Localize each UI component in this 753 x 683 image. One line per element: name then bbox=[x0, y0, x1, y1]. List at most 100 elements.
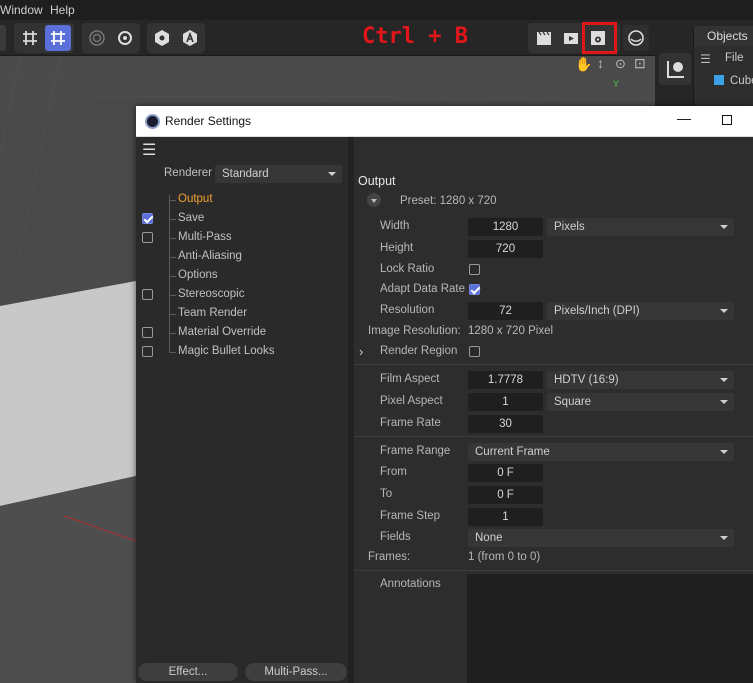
nav-item-save[interactable]: Save bbox=[178, 212, 204, 224]
grid-icon[interactable] bbox=[17, 25, 43, 51]
viewport-nav-icons: ✋ ↕ ⊙ ⊡ bbox=[575, 56, 655, 78]
nav-item-options[interactable]: Options bbox=[178, 269, 218, 281]
adapt-data-rate-checkbox[interactable] bbox=[469, 284, 480, 295]
frames-value: 1 (from 0 to 0) bbox=[468, 551, 541, 563]
film-aspect-field[interactable]: 1.7778 bbox=[468, 371, 543, 389]
frame-rate-field[interactable]: 30 bbox=[468, 415, 543, 433]
nav-item-magic-bullet-looks[interactable]: Magic Bullet Looks bbox=[178, 345, 275, 357]
nav-checkbox-save[interactable] bbox=[142, 213, 153, 224]
snap-grid-icon[interactable] bbox=[45, 25, 71, 51]
divider bbox=[354, 364, 753, 365]
preset-label: Preset: 1280 x 720 bbox=[400, 195, 497, 207]
cube-tool-icon[interactable] bbox=[659, 53, 691, 85]
chevron-down-icon bbox=[720, 225, 728, 229]
render-settings-window: Render Settings — ☰ Renderer Standard Ou… bbox=[136, 106, 753, 683]
gear-icon[interactable] bbox=[112, 25, 138, 51]
nav-item-anti-aliasing[interactable]: Anti-Aliasing bbox=[178, 250, 242, 262]
object-cube[interactable]: Cube bbox=[730, 75, 753, 87]
tree-branch bbox=[170, 314, 176, 315]
sphere-icon[interactable] bbox=[623, 25, 649, 51]
frame-step-field[interactable]: 1 bbox=[468, 508, 543, 526]
shortcut-hint: Ctrl + B bbox=[362, 24, 468, 49]
annotations-label: Annotations bbox=[380, 578, 441, 590]
resolution-field[interactable]: 72 bbox=[468, 302, 543, 320]
pixel-aspect-preset: Square bbox=[554, 396, 592, 408]
hamburger-menu-icon[interactable]: ☰ bbox=[142, 140, 156, 160]
width-unit-value: Pixels bbox=[554, 221, 585, 233]
output-panel: Output Preset: 1280 x 720 Width 1280 Pix… bbox=[348, 137, 753, 683]
objects-tab[interactable]: Objects bbox=[707, 29, 748, 43]
film-aspect-dropdown[interactable]: HDTV (16:9) bbox=[547, 371, 734, 389]
main-toolbar: Ctrl + B bbox=[0, 20, 753, 56]
height-label: Height bbox=[380, 242, 414, 254]
nav-checkbox-multi-pass[interactable] bbox=[142, 232, 153, 243]
preset-chevron-icon bbox=[371, 199, 377, 203]
effect-button[interactable]: Effect... bbox=[138, 663, 238, 681]
cinema4d-logo-icon bbox=[145, 114, 160, 129]
nav-item-multi-pass[interactable]: Multi-Pass bbox=[178, 231, 232, 243]
multipass-button[interactable]: Multi-Pass... bbox=[245, 663, 347, 681]
chevron-down-icon bbox=[328, 172, 336, 176]
objects-file-menu[interactable]: File bbox=[725, 52, 744, 64]
chevron-down-icon bbox=[720, 536, 728, 540]
from-label: From bbox=[380, 466, 407, 478]
a-hex-icon[interactable] bbox=[177, 25, 203, 51]
menu-window[interactable]: Window bbox=[0, 3, 43, 17]
render-region-label: Render Region bbox=[380, 345, 458, 357]
window-titlebar[interactable]: Render Settings — bbox=[136, 106, 753, 137]
resolution-label: Resolution bbox=[380, 304, 435, 316]
height-field[interactable]: 720 bbox=[468, 240, 543, 258]
nav-checkbox-stereoscopic[interactable] bbox=[142, 289, 153, 300]
from-field[interactable]: 0 F bbox=[468, 464, 543, 482]
film-aspect-preset: HDTV (16:9) bbox=[554, 374, 619, 386]
nav-item-team-render[interactable]: Team Render bbox=[178, 307, 247, 319]
pixel-aspect-field[interactable]: 1 bbox=[468, 393, 543, 411]
toolbar-edge-button[interactable] bbox=[0, 25, 6, 51]
tree-branch bbox=[170, 257, 176, 258]
radar-icon[interactable] bbox=[84, 25, 110, 51]
frame-rate-label: Frame Rate bbox=[380, 417, 441, 429]
eye-hex-icon[interactable] bbox=[149, 25, 175, 51]
maximize-window-icon[interactable] bbox=[722, 115, 732, 125]
rotate-icon[interactable]: ⊙ bbox=[615, 56, 626, 72]
lock-ratio-checkbox[interactable] bbox=[469, 264, 480, 275]
film-aspect-label: Film Aspect bbox=[380, 373, 440, 385]
render-view-icon[interactable] bbox=[558, 25, 584, 51]
width-field[interactable]: 1280 bbox=[468, 218, 543, 236]
menu-help[interactable]: Help bbox=[50, 3, 75, 17]
fields-dropdown[interactable]: None bbox=[468, 529, 734, 547]
annotations-textarea[interactable] bbox=[467, 574, 753, 683]
renderer-dropdown[interactable]: Standard bbox=[215, 165, 342, 183]
menu-bar: Window Help bbox=[0, 0, 753, 20]
width-label: Width bbox=[380, 220, 410, 232]
tree-branch bbox=[170, 295, 176, 296]
maximize-icon[interactable]: ⊡ bbox=[634, 56, 646, 72]
to-field[interactable]: 0 F bbox=[468, 486, 543, 504]
fields-value: None bbox=[475, 532, 503, 544]
minimize-icon[interactable]: — bbox=[677, 110, 691, 126]
render-region-checkbox[interactable] bbox=[469, 346, 480, 357]
nav-checkbox-material-override[interactable] bbox=[142, 327, 153, 338]
hamburger-icon[interactable]: ☰ bbox=[700, 52, 711, 66]
move-icon[interactable]: ↕ bbox=[597, 56, 604, 71]
frame-range-dropdown[interactable]: Current Frame bbox=[468, 443, 734, 461]
lock-ratio-label: Lock Ratio bbox=[380, 263, 435, 275]
nav-item-stereoscopic[interactable]: Stereoscopic bbox=[178, 288, 244, 300]
hand-icon[interactable]: ✋ bbox=[575, 56, 592, 73]
nav-item-output[interactable]: Output bbox=[178, 193, 213, 205]
frames-label: Frames: bbox=[368, 551, 411, 563]
axis-y-label: Y bbox=[613, 79, 620, 89]
nav-checkbox-magic-bullet-looks[interactable] bbox=[142, 346, 153, 357]
nav-item-material-override[interactable]: Material Override bbox=[178, 326, 266, 338]
to-label: To bbox=[380, 488, 393, 500]
width-unit-dropdown[interactable]: Pixels bbox=[547, 218, 734, 236]
clapboard-icon[interactable] bbox=[531, 25, 557, 51]
pixel-aspect-dropdown[interactable]: Square bbox=[547, 393, 734, 411]
tree-branch bbox=[170, 333, 176, 334]
frame-range-label: Frame Range bbox=[380, 445, 451, 457]
window-title: Render Settings bbox=[165, 114, 252, 128]
resolution-unit-dropdown[interactable]: Pixels/Inch (DPI) bbox=[547, 302, 734, 320]
highlight-box bbox=[582, 22, 617, 54]
tree-branch bbox=[170, 352, 176, 353]
chevron-right-icon[interactable]: › bbox=[359, 344, 363, 359]
